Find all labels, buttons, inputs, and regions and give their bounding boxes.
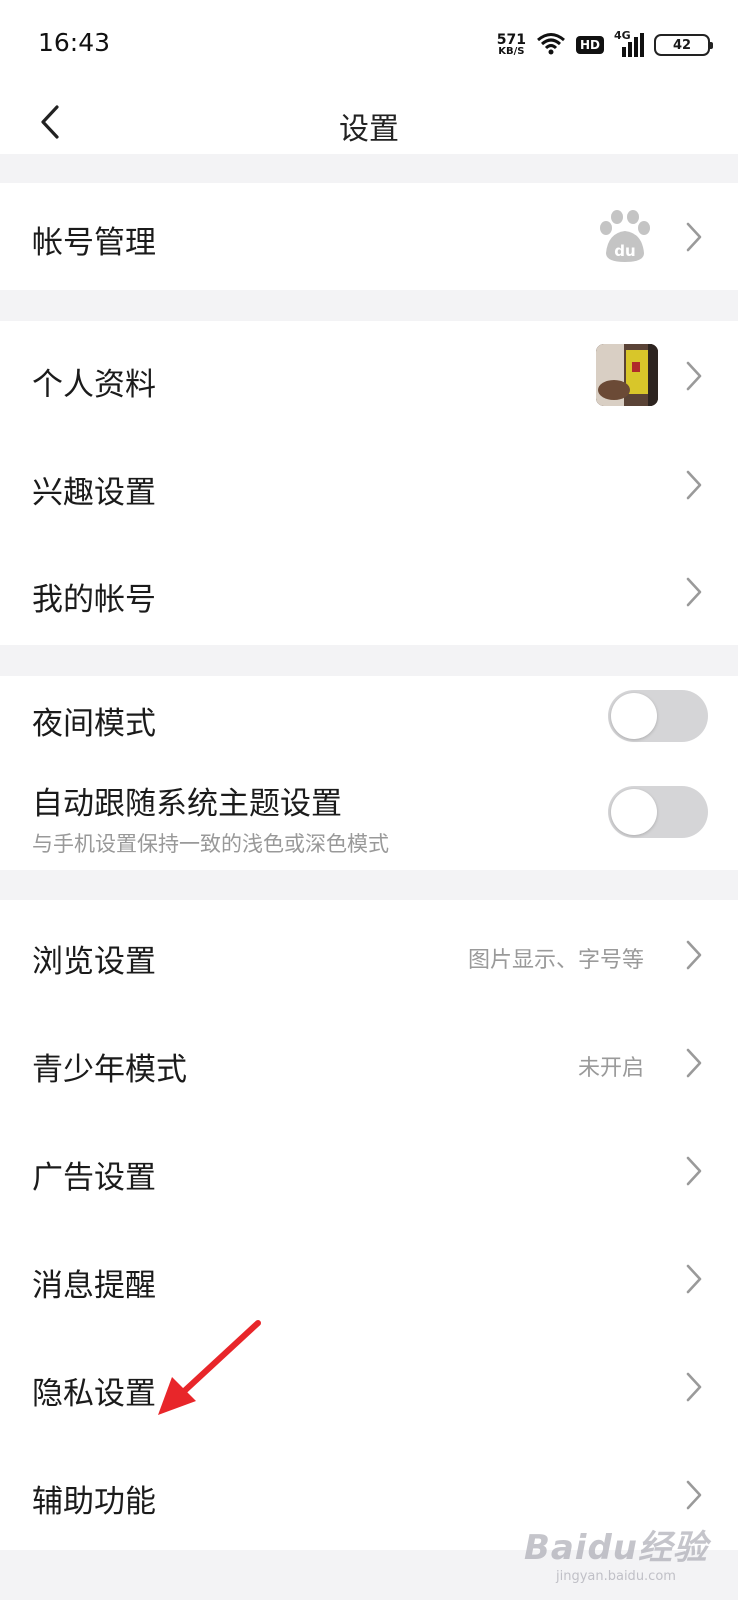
row-label: 自动跟随系统主题设置 (32, 786, 342, 822)
row-privacy-settings[interactable]: 隐私设置 (0, 1334, 738, 1442)
row-personal-info[interactable]: 个人资料 (0, 321, 738, 431)
row-message-reminder[interactable]: 消息提醒 (0, 1226, 738, 1334)
chevron-right-icon (686, 361, 702, 391)
chevron-right-icon (686, 470, 702, 500)
page-title: 设置 (339, 112, 399, 147)
night-mode-toggle[interactable] (608, 690, 708, 742)
row-label: 隐私设置 (32, 1376, 156, 1412)
watermark: Baidu经验 jingyan.baidu.com (524, 1520, 708, 1584)
toggle-knob (611, 693, 657, 739)
row-label: 浏览设置 (32, 944, 156, 980)
watermark-url: jingyan.baidu.com (555, 1569, 676, 1584)
toggle-knob (611, 789, 657, 835)
signal-icon: 4G (614, 29, 644, 57)
row-my-account[interactable]: 我的帐号 (0, 538, 738, 645)
chevron-right-icon (686, 222, 702, 252)
row-label: 青少年模式 (32, 1052, 187, 1088)
nav-bar: 设置 (0, 90, 738, 154)
row-night-mode: 夜间模式 (0, 676, 738, 760)
row-label: 广告设置 (32, 1160, 156, 1196)
row-label: 夜间模式 (32, 706, 156, 742)
chevron-right-icon (686, 577, 702, 607)
chevron-right-icon (686, 1048, 702, 1078)
svg-text:du: du (614, 242, 635, 260)
battery-icon: 42 (654, 34, 713, 56)
row-value: 未开启 (577, 1056, 644, 1081)
hd-icon: HD (575, 36, 604, 54)
row-teen-mode[interactable]: 青少年模式 未开启 (0, 1010, 738, 1118)
status-icons: 571 KB/S HD 4G 42 (497, 29, 713, 60)
chevron-right-icon (686, 1480, 702, 1510)
wifi-icon (536, 31, 566, 59)
auto-theme-toggle[interactable] (608, 786, 708, 838)
network-type-label: 4G (614, 29, 631, 42)
row-label: 消息提醒 (32, 1268, 156, 1304)
row-label: 个人资料 (32, 367, 156, 403)
row-interest-settings[interactable]: 兴趣设置 (0, 431, 738, 538)
watermark-brand: Baidu经验 (523, 1528, 708, 1568)
row-browse-settings[interactable]: 浏览设置 图片显示、字号等 (0, 900, 738, 1010)
row-label: 辅助功能 (32, 1484, 156, 1520)
row-description: 与手机设置保持一致的浅色或深色模式 (32, 832, 389, 856)
row-ad-settings[interactable]: 广告设置 (0, 1118, 738, 1226)
network-speed-unit: KB/S (498, 46, 525, 57)
chevron-right-icon (686, 1156, 702, 1186)
status-bar: 16:43 571 KB/S HD 4G 42 (0, 0, 738, 90)
network-speed: 571 KB/S (497, 33, 526, 57)
chevron-right-icon (686, 1372, 702, 1402)
row-value: 图片显示、字号等 (467, 948, 644, 973)
avatar (596, 344, 658, 406)
chevron-right-icon (686, 940, 702, 970)
chevron-right-icon (686, 1264, 702, 1294)
baidu-paw-icon: du (600, 210, 650, 262)
row-label: 帐号管理 (32, 225, 156, 261)
row-auto-theme: 自动跟随系统主题设置 与手机设置保持一致的浅色或深色模式 (0, 760, 738, 870)
status-time: 16:43 (38, 28, 111, 57)
row-label: 我的帐号 (32, 582, 156, 618)
row-label: 兴趣设置 (32, 475, 156, 511)
battery-level: 42 (672, 37, 692, 53)
row-account-manage[interactable]: 帐号管理 du (0, 183, 738, 290)
network-speed-value: 571 (496, 32, 526, 48)
